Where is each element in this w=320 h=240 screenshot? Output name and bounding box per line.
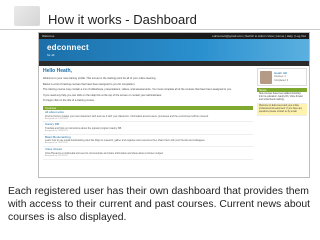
news-item: New courses have been added including: I…	[257, 92, 307, 104]
main-column: Hello Heath, Welcome to your new trainin…	[43, 68, 253, 160]
news-item-highlighted: Welcome to Edconnect and your online pro…	[257, 104, 307, 116]
course-item[interactable]: Basic Bookmarking Learn how to use socia…	[43, 135, 253, 148]
intro-paragraph: Welcome to your new training profile. Th…	[43, 77, 157, 80]
intro-paragraph: To begin click on the title of a trainin…	[43, 99, 95, 103]
sidebar: Heath Hill Courses: 4 Completed: 0 News …	[257, 68, 307, 116]
site-logo-tagline: for all	[47, 53, 55, 57]
course-assigned-date: Assigned on: 10/3/2011	[45, 117, 68, 120]
site-logo[interactable]: edconnect	[47, 43, 89, 52]
title-decoration	[14, 6, 40, 26]
course-assigned-date: Assigned on: 9/12/2011	[45, 154, 68, 157]
slide-title: How it works - Dashboard	[48, 12, 197, 27]
title-divider	[0, 29, 320, 30]
slide-caption: Each registered user has their own dashb…	[8, 186, 311, 223]
course-assigned-date: Assigned on: 9/28/2011	[45, 129, 68, 132]
course-item[interactable]: Voice thread VoiceThread is a multimedia…	[43, 147, 253, 160]
greeting: Hello Heath,	[43, 68, 72, 74]
intro-paragraph: The training course may contain a mix of…	[43, 88, 232, 92]
profile-card: Heath Hill Courses: 4 Completed: 0	[257, 68, 307, 86]
profile-completed-count: Completed: 0	[274, 78, 289, 82]
avatar	[260, 71, 272, 84]
site-banner: edconnect for all	[39, 39, 309, 61]
intro-paragraph: If you need any help you can click on th…	[43, 93, 162, 97]
dashboard-screenshot: Welcome edconnect@gmail.com | Switch to …	[38, 32, 310, 178]
course-item[interactable]: Gantry DB Tutorials and hints on instruc…	[43, 122, 253, 135]
intro-paragraph: Below is a list of training courses that…	[43, 82, 136, 86]
course-item[interactable]: All about edco Find out how to master yo…	[43, 110, 253, 123]
course-assigned-date: Assigned on: 9/21/2011	[45, 142, 68, 145]
dashboard-content: Hello Heath, Welcome to your new trainin…	[39, 66, 309, 177]
